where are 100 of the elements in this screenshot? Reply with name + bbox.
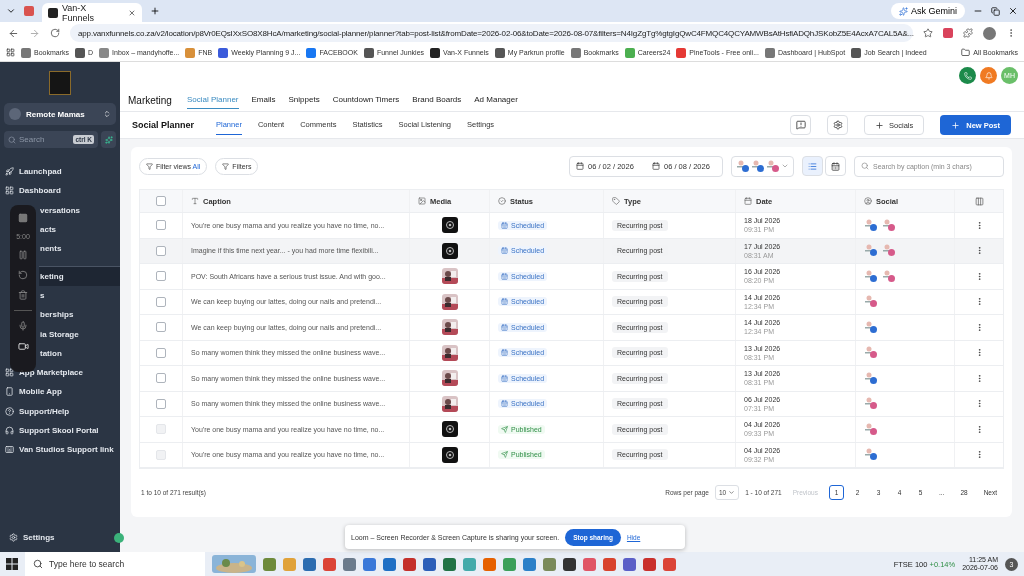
- checkbox[interactable]: [156, 296, 166, 307]
- extension-icon[interactable]: [943, 28, 953, 38]
- sidebar-item[interactable]: Van Studios Support link: [0, 440, 120, 460]
- grid-icon: [5, 186, 14, 196]
- sidebar-item[interactable]: nents: [39, 239, 120, 259]
- search-icon: [33, 559, 43, 569]
- nav-tab[interactable]: Snippets: [288, 91, 320, 109]
- taskbar-app-icon[interactable]: [643, 557, 656, 571]
- site-icon: [48, 7, 58, 18]
- facebook-account-icon: [736, 159, 750, 173]
- calendar-icon: [501, 298, 508, 306]
- page-title: Marketing: [128, 94, 172, 106]
- settings-link[interactable]: Settings: [4, 522, 116, 552]
- close-icon[interactable]: [1008, 6, 1018, 16]
- restart-icon[interactable]: [18, 270, 28, 280]
- sparkle-icon: [104, 135, 113, 144]
- phone-button[interactable]: [959, 67, 976, 84]
- taskbar-app-icon[interactable]: [563, 557, 576, 571]
- nav-tab[interactable]: Ad Manager: [474, 91, 518, 109]
- sidebar-item[interactable]: Mobile App: [0, 382, 120, 402]
- trash-icon[interactable]: [18, 290, 28, 300]
- browser-tab[interactable]: Van-X Funnels: [42, 3, 142, 22]
- list-icon: [808, 161, 817, 171]
- search-icon: [861, 162, 869, 170]
- microphone-icon[interactable]: [18, 321, 28, 331]
- restore-icon[interactable]: [991, 6, 1000, 16]
- tab-list-icon[interactable]: [6, 6, 16, 16]
- chevron-down-icon: [728, 488, 736, 496]
- column-icon: [864, 197, 872, 205]
- columns-icon[interactable]: [974, 196, 984, 206]
- sidebar-item[interactable]: s: [39, 285, 120, 306]
- checkbox[interactable]: [156, 347, 166, 358]
- notifications-button[interactable]: [980, 67, 997, 84]
- calendar-view-button[interactable]: [825, 156, 846, 176]
- taskbar-app-icon[interactable]: [403, 557, 416, 571]
- site-icon: [218, 47, 229, 58]
- checkbox[interactable]: [156, 245, 166, 256]
- back-icon[interactable]: [8, 27, 19, 39]
- column-icon: [191, 197, 199, 205]
- checkbox[interactable]: [156, 196, 166, 206]
- taskbar-app-icon[interactable]: [303, 557, 316, 571]
- column-icon: [612, 197, 620, 205]
- sidebar-item[interactable]: Dashboard: [0, 181, 120, 201]
- list-view-button[interactable]: [802, 156, 823, 176]
- profile-avatar[interactable]: [983, 26, 996, 40]
- sidebar-item[interactable]: Launchpad: [0, 162, 120, 182]
- nav-tab[interactable]: Social Planner: [186, 91, 239, 109]
- collapse-handle[interactable]: [114, 533, 124, 543]
- account-picker[interactable]: [731, 155, 794, 177]
- new-tab-icon[interactable]: [150, 6, 160, 16]
- sidebar-item[interactable]: versations: [39, 200, 120, 220]
- nav-tab[interactable]: Emails: [251, 91, 276, 109]
- checkbox[interactable]: [156, 373, 166, 384]
- checkbox[interactable]: [156, 398, 166, 409]
- calendar-icon: [501, 272, 508, 280]
- checkbox[interactable]: [156, 271, 166, 282]
- column-icon: [744, 197, 752, 205]
- pause-icon[interactable]: [18, 250, 28, 260]
- plus-icon: [951, 120, 961, 130]
- sidebar-item[interactable]: berships: [39, 305, 120, 325]
- calendar-icon: [501, 221, 508, 229]
- apps-icon[interactable]: [6, 48, 15, 57]
- sidebar-item[interactable]: App Marketplace: [0, 362, 120, 383]
- windows-start-icon[interactable]: [6, 558, 18, 570]
- forward-icon[interactable]: [29, 27, 40, 39]
- settings-icon: [832, 120, 843, 130]
- bell-icon: [984, 71, 993, 80]
- feedback-button[interactable]: [790, 115, 812, 135]
- sparkle-button[interactable]: [101, 131, 116, 148]
- sidebar-item[interactable]: Support/Help: [0, 401, 120, 421]
- stop-icon[interactable]: [18, 213, 28, 223]
- taskbar-app-icon[interactable]: [423, 557, 436, 571]
- grid-icon: [5, 368, 14, 378]
- sidebar-item[interactable]: acts: [39, 219, 120, 240]
- nav-tab[interactable]: Brand Boards: [412, 91, 462, 109]
- nav-tab[interactable]: Countdown Timers: [332, 91, 400, 109]
- settings-button[interactable]: [827, 115, 849, 135]
- checkbox[interactable]: [156, 322, 166, 333]
- account-switcher[interactable]: Remote Mamas: [4, 103, 116, 125]
- extensions-icon[interactable]: [963, 28, 973, 38]
- sidebar-item[interactable]: ia Storage: [39, 324, 120, 344]
- sparkle-icon: [899, 6, 908, 16]
- checkbox[interactable]: [156, 220, 166, 231]
- sidebar-item[interactable]: keting: [39, 266, 120, 286]
- address-bar[interactable]: app.vanxfunnels.co.za/v2/location/p8Vr0EQsIXxSO8X8HcA/marketing/social-planner/planner?tab=post-list&fromDate=2026-02-06&toDate=2026-08-07&filters=N4IgZgTg%gtgIgQwC4FMQC4QCYAMWBsAtHsfiADQhJSKobZ5E4AcxA7CAL5A&...: [70, 24, 913, 42]
- search-placeholder: Search: [19, 135, 45, 144]
- sidebar-item[interactable]: tation: [39, 343, 120, 363]
- sidebar-item[interactable]: Support Skool Portal: [0, 420, 120, 441]
- camera-icon[interactable]: [17, 341, 29, 352]
- taskbar-app-icon[interactable]: [443, 557, 456, 571]
- taskbar-app-icon[interactable]: [623, 557, 636, 571]
- headset-icon: [5, 426, 14, 435]
- column-icon: [498, 197, 506, 205]
- taskbar-search-field[interactable]: Type here to search: [25, 552, 205, 576]
- reload-icon[interactable]: [50, 28, 60, 38]
- site-icon: [570, 47, 581, 58]
- ask-gemini-button[interactable]: Ask Gemini: [891, 3, 965, 19]
- bookmark-star-icon[interactable]: [923, 28, 933, 38]
- site-icon: [624, 47, 635, 58]
- phone-icon: [963, 71, 972, 80]
